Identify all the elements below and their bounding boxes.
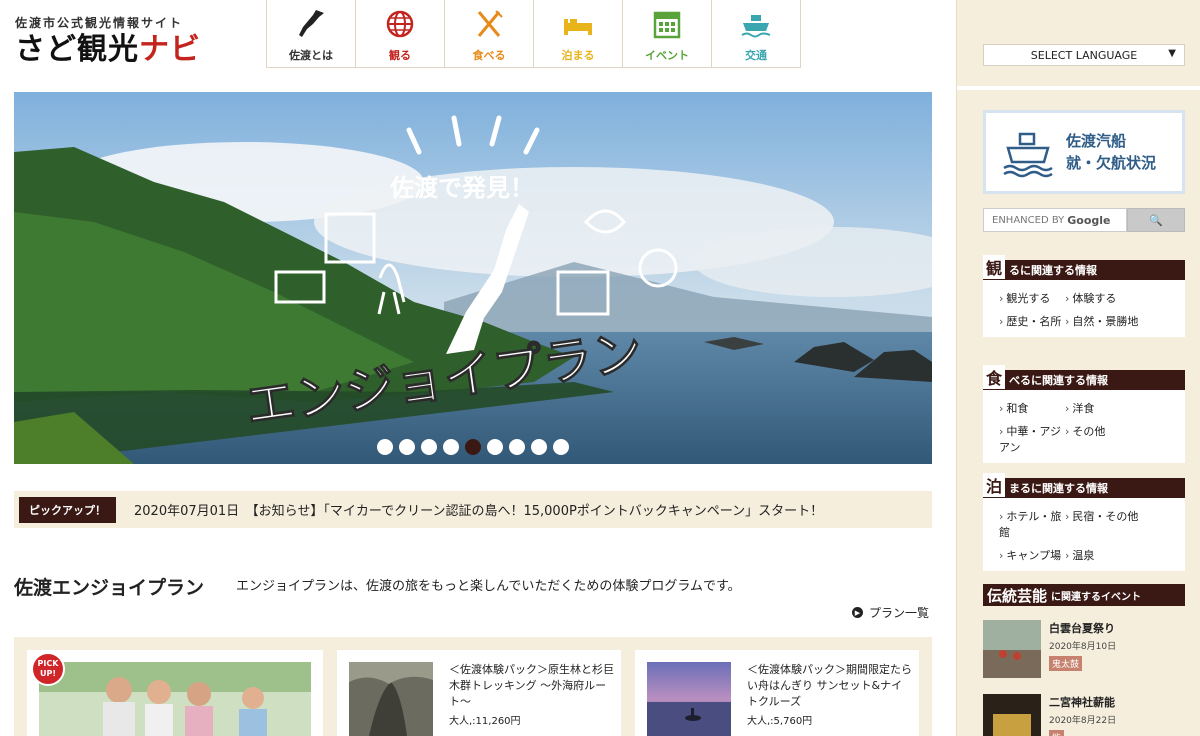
bed-icon bbox=[564, 19, 592, 35]
sidebar: SELECT LANGUAGE ▼ 佐渡汽船 就・欠航状況 ENHANCED B… bbox=[956, 0, 1200, 736]
info-link[interactable]: 和食 bbox=[999, 400, 1065, 416]
search-input[interactable]: ENHANCED BY Google bbox=[983, 208, 1127, 232]
language-select[interactable]: SELECT LANGUAGE ▼ bbox=[983, 44, 1185, 66]
plan-list-link[interactable]: ▶ プラン一覧 bbox=[852, 604, 929, 621]
sidebar-divider bbox=[957, 86, 1200, 90]
fork-knife-icon bbox=[477, 10, 503, 37]
info-link[interactable]: 中華・アジアン bbox=[999, 423, 1065, 455]
ferry-title: 佐渡汽船 bbox=[1066, 132, 1127, 150]
section-title: 佐渡エンジョイプラン bbox=[14, 577, 205, 599]
event-photo bbox=[983, 694, 1041, 736]
hero-tagline: 佐渡で発見！ bbox=[389, 174, 534, 202]
event-item[interactable]: 白雲台夏祭り 2020年8月10日 鬼太鼓 bbox=[983, 620, 1185, 678]
info-link[interactable]: 体験する bbox=[1065, 290, 1169, 306]
google-search: ENHANCED BY Google 🔍 bbox=[983, 208, 1185, 232]
sado-island-icon bbox=[299, 10, 324, 37]
pickup-circle-badge: PICK UP! bbox=[31, 652, 65, 686]
plan-card-title: ＜佐渡体験パック＞期間限定たらい舟はんぎり サンセット&ナイトクルーズ bbox=[747, 663, 912, 708]
section-description: エンジョイプランは、佐渡の旅をもっと楽しんでいただくための体験プログラムです。 bbox=[236, 579, 741, 594]
plan-card-photo bbox=[349, 662, 433, 736]
event-date: 2020年8月22日 bbox=[1049, 716, 1117, 726]
caret-down-icon: ▼ bbox=[1168, 48, 1176, 59]
event-tag: 鬼太鼓 bbox=[1049, 656, 1083, 671]
search-icon: 🔍 bbox=[1149, 213, 1163, 227]
nav-item-see[interactable]: 観る bbox=[356, 0, 445, 68]
info-link[interactable]: 自然・景勝地 bbox=[1065, 313, 1169, 329]
plan-card-price: 大人,:5,760円 bbox=[747, 716, 813, 727]
plan-card[interactable]: ＜佐渡体験パック＞原生林と杉巨木群トレッキング ～外海府ルート～ 大人,:11,… bbox=[337, 650, 621, 736]
info-link[interactable]: 観光する bbox=[999, 290, 1065, 306]
ship-icon bbox=[741, 15, 771, 38]
info-link[interactable]: その他 bbox=[1065, 423, 1169, 455]
info-link[interactable]: 温泉 bbox=[1065, 547, 1169, 563]
plan-card-price: 大人,:11,260円 bbox=[449, 716, 521, 727]
slider-dot[interactable] bbox=[421, 439, 437, 455]
slider-dot[interactable] bbox=[509, 439, 525, 455]
event-photo bbox=[983, 620, 1041, 678]
logo-title: さど観光ナビ bbox=[15, 32, 201, 67]
slider-dot[interactable] bbox=[553, 439, 569, 455]
event-tag: 能 bbox=[1049, 730, 1065, 736]
arrow-right-icon: ▶ bbox=[852, 607, 863, 618]
site-logo[interactable]: 佐渡市公式観光情報サイト さど観光ナビ bbox=[15, 14, 255, 70]
slider-dot[interactable] bbox=[443, 439, 459, 455]
nav-item-stay[interactable]: 泊まる bbox=[534, 0, 623, 68]
hero-slider[interactable]: 佐渡で発見！ エンジョイプラン bbox=[14, 92, 932, 464]
info-box-eat: 食 べるに関連する情報 和食 洋食 中華・アジアン その他 bbox=[983, 365, 1185, 463]
calendar-icon bbox=[653, 11, 681, 39]
event-item[interactable]: 二宮神社薪能 2020年8月22日 能 bbox=[983, 694, 1185, 736]
ferry-subtitle: 就・欠航状況 bbox=[1066, 154, 1157, 172]
slider-dots bbox=[14, 439, 932, 455]
plan-card-photo bbox=[39, 662, 311, 736]
event-title: 二宮神社薪能 bbox=[1049, 696, 1115, 709]
plan-card-photo bbox=[647, 662, 731, 736]
ferry-status-banner[interactable]: 佐渡汽船 就・欠航状況 bbox=[983, 110, 1185, 194]
info-link[interactable]: キャンプ場 bbox=[999, 547, 1065, 563]
info-link[interactable]: ホテル・旅館 bbox=[999, 508, 1065, 540]
nav-item-eat[interactable]: 食べる bbox=[445, 0, 534, 68]
logo-subtitle: 佐渡市公式観光情報サイト bbox=[15, 16, 184, 30]
main-nav: 佐渡とは 観る 食べる 泊まる イベント 交通 bbox=[266, 0, 801, 68]
info-box-stay: 泊 まるに関連する情報 ホテル・旅館 民宿・その他 キャンプ場 温泉 bbox=[983, 473, 1185, 571]
plan-card[interactable]: PICK UP! bbox=[27, 650, 323, 736]
info-box-see: 観 るに関連する情報 観光する 体験する 歴史・名所 自然・景勝地 bbox=[983, 255, 1185, 337]
info-link[interactable]: 歴史・名所 bbox=[999, 313, 1065, 329]
event-date: 2020年8月10日 bbox=[1049, 642, 1117, 652]
nav-item-transport[interactable]: 交通 bbox=[712, 0, 801, 68]
slider-dot[interactable] bbox=[399, 439, 415, 455]
nav-item-event[interactable]: イベント bbox=[623, 0, 712, 68]
globe-icon bbox=[386, 10, 414, 38]
search-button[interactable]: 🔍 bbox=[1127, 208, 1185, 232]
pickup-badge: ピックアップ！ bbox=[19, 496, 116, 523]
plan-card[interactable]: ＜佐渡体験パック＞期間限定たらい舟はんぎり サンセット&ナイトクルーズ 大人,:… bbox=[635, 650, 919, 736]
info-link[interactable]: 民宿・その他 bbox=[1065, 508, 1169, 540]
pickup-news-bar: ピックアップ！ 2020年07月01日 【お知らせ】「マイカーでクリーン認証の島… bbox=[14, 491, 932, 528]
nav-item-about[interactable]: 佐渡とは bbox=[267, 0, 356, 68]
slider-dot-active[interactable] bbox=[465, 439, 481, 455]
slider-dot[interactable] bbox=[531, 439, 547, 455]
slider-dot[interactable] bbox=[377, 439, 393, 455]
event-title: 白雲台夏祭り bbox=[1049, 622, 1115, 635]
ferry-icon bbox=[1003, 132, 1053, 178]
plan-card-title: ＜佐渡体験パック＞原生林と杉巨木群トレッキング ～外海府ルート～ bbox=[449, 663, 614, 708]
info-link[interactable]: 洋食 bbox=[1065, 400, 1169, 416]
hero-image: 佐渡で発見！ エンジョイプラン bbox=[14, 92, 932, 464]
slider-dot[interactable] bbox=[487, 439, 503, 455]
events-heading: 伝統芸能 に関連するイベント bbox=[983, 584, 1185, 606]
pickup-news-link[interactable]: 2020年07月01日 【お知らせ】「マイカーでクリーン認証の島へ！15,000… bbox=[134, 500, 823, 519]
